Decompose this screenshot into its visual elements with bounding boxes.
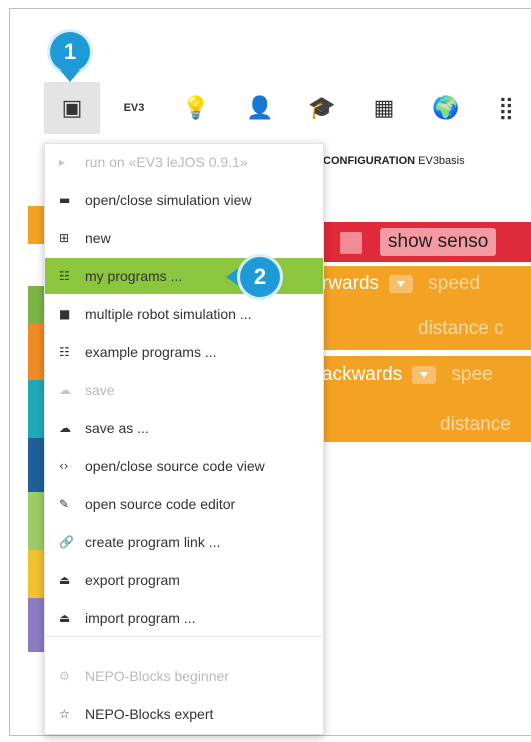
menu-item-label: new [85,230,111,246]
configuration-title: CONFIGURATION EV3basis [323,155,465,167]
code-icon: ‹› [59,459,69,473]
callout-1-pointer [60,70,80,82]
menu-item-source-code-view[interactable]: ‹› open/close source code view [45,448,323,484]
globe-icon: 🌍 [432,95,460,121]
link-icon: 🔗 [59,535,74,549]
category-strip-blue[interactable] [28,438,44,492]
callout-number: 1 [63,39,77,64]
new-icon: ⊞ [59,231,70,245]
list-icon: ☷ [59,269,70,283]
menu-item-label: NEPO-Blocks expert [85,706,214,722]
multi-robot-icon: ■ [59,307,71,321]
menu-item-label: open/close source code view [85,458,265,474]
category-strip-orange[interactable] [28,206,44,244]
menu-item-label: NEPO-Blocks beginner [85,668,229,684]
menu-item-label: open source code editor [85,496,236,512]
category-strip-green[interactable] [28,286,44,324]
cloud-icon: ☁ [59,383,71,397]
backwards-label: ackwards [322,364,403,385]
gallery-icon: ▦ [373,95,395,121]
menu-item-save-as[interactable]: ☁ save as ... [45,410,323,446]
language-button[interactable]: 🌍 [418,82,474,134]
menu-item-label: save as ... [85,420,149,436]
edit-icon: ✎ [59,497,70,511]
menu-item-create-program-link[interactable]: 🔗 create program link ... [45,524,323,560]
menu-item-label: export program [85,572,180,588]
menu-item-new[interactable]: ⊞ new [45,220,323,256]
callout-number: 2 [253,264,267,289]
menu-item-label: my programs ... [85,268,183,284]
main-toolbar: ▣ EV3 💡 👤 🎓 ▦ 🌍 ⣿ [44,82,531,134]
gallery-button[interactable]: ▦ [356,82,412,134]
menu-item-label: example programs ... [85,344,217,360]
show-sensor-block[interactable]: show senso [322,222,531,262]
speed-label-2: spee [451,364,493,385]
cloud-icon: ☁ [59,421,71,435]
drive-forwards-block[interactable]: rwards speed distance c [322,266,531,350]
category-strip-purple[interactable] [28,598,44,652]
menu-item-label: multiple robot simulation ... [85,306,252,322]
drive-backwards-distance[interactable]: distance [322,412,531,442]
callout-2-pointer [226,267,240,287]
menu-divider [45,636,323,637]
menu-item-nepo-beginner: ⚙ NEPO-Blocks beginner [45,658,323,694]
menu-item-nepo-expert[interactable]: ☆ NEPO-Blocks expert [45,696,323,732]
education-button[interactable]: 🎓 [294,82,350,134]
menu-item-label: save [85,382,115,398]
person-icon: 👤 [246,95,274,121]
category-strip-teal[interactable] [28,380,44,438]
menu-item-save: ☁ save [45,372,323,408]
menu-item-example-programs[interactable]: ☷ example programs ... [45,334,323,370]
menu-item-export-program[interactable]: ⏏ export program [45,562,323,598]
menu-item-run-on: ▸ run on «EV3 leJOS 0.9.1» [45,144,323,180]
category-strip-lime[interactable] [28,492,44,550]
apps-grid-icon: ⣿ [497,95,515,121]
play-icon: ▸ [59,155,66,169]
ev3-label: EV3 [123,102,145,114]
callout-step-2: 2 [240,257,280,297]
star-icon: ☆ [59,707,70,721]
category-strip-yellow[interactable] [28,550,44,598]
import-icon: ⏏ [59,611,71,625]
apps-button[interactable]: ⣿ [478,82,531,134]
menu-item-label: run on «EV3 leJOS 0.9.1» [85,154,248,170]
list-icon: ☷ [59,345,70,359]
simulation-icon: ▬ [59,193,71,207]
menu-item-label: import program ... [85,610,196,626]
menu-item-source-code-editor[interactable]: ✎ open source code editor [45,486,323,522]
lightbulb-icon: 💡 [182,95,210,121]
program-menu-button[interactable]: ▣ [44,82,100,134]
user-button[interactable]: 👤 [232,82,288,134]
program-menu-icon: ▣ [61,95,83,121]
callout-step-1: 1 [50,32,90,72]
direction-dropdown[interactable] [389,274,414,293]
settings-icon: ⚙ [59,669,70,683]
distance-label: distance c [418,318,504,339]
direction-dropdown-2[interactable] [412,365,437,384]
category-strip-orange2[interactable] [28,324,44,380]
menu-item-simulation-view[interactable]: ▬ open/close simulation view [45,182,323,218]
menu-item-my-programs[interactable]: ☷ my programs ... [45,258,323,294]
menu-item-label: create program link ... [85,534,221,550]
forwards-label: rwards [322,273,380,294]
show-sensor-label: show senso [380,228,497,256]
menu-item-import-program[interactable]: ⏏ import program ... [45,600,323,636]
ev3-button[interactable]: EV3 [106,82,162,134]
help-button[interactable]: 💡 [168,82,224,134]
menu-item-multiple-robot-simulation[interactable]: ■ multiple robot simulation ... [45,296,323,332]
drive-backwards-block[interactable]: ackwards spee [322,356,531,412]
block-checkbox[interactable] [340,232,362,254]
menu-item-label: open/close simulation view [85,192,252,208]
configuration-name: EV3basis [418,155,465,167]
speed-label: speed [428,273,481,294]
configuration-label: CONFIGURATION [323,155,416,167]
export-icon: ⏏ [59,573,71,587]
distance-label-2: distance [440,414,511,435]
program-menu: ▸ run on «EV3 leJOS 0.9.1» ▬ open/close … [44,143,324,735]
graduation-cap-icon: 🎓 [308,95,336,121]
